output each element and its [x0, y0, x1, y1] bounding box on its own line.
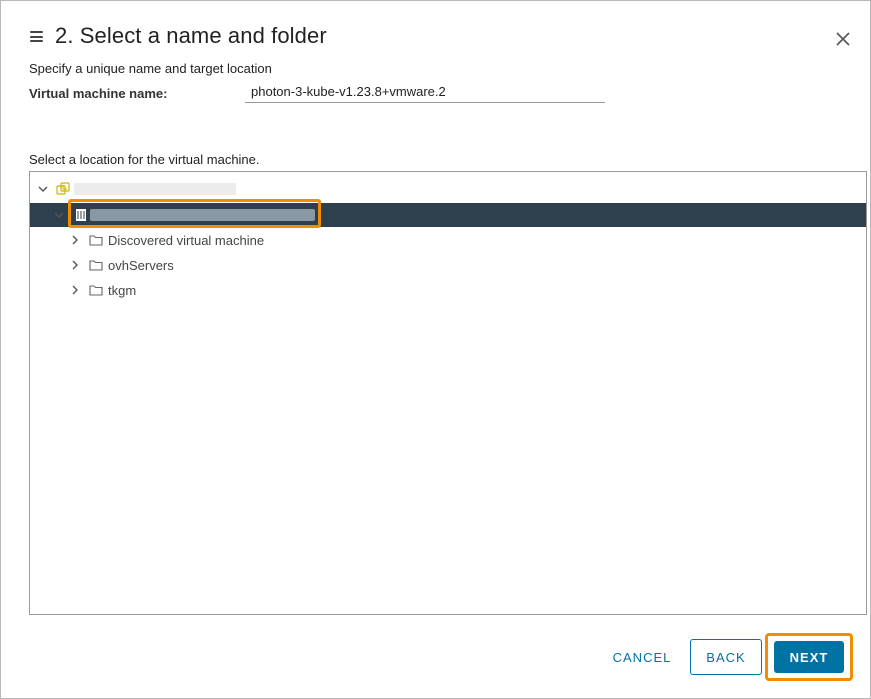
chevron-right-icon[interactable]	[69, 234, 81, 246]
vm-name-input[interactable]	[245, 81, 605, 103]
tree-node-datacenter[interactable]	[30, 203, 866, 227]
chevron-right-icon[interactable]	[69, 259, 81, 271]
folder-icon	[89, 285, 103, 296]
vcenter-icon	[56, 182, 70, 195]
back-button[interactable]: BACK	[690, 639, 762, 675]
tree-node-vcenter[interactable]	[30, 177, 866, 201]
folder-icon	[89, 235, 103, 246]
datacenter-icon	[76, 209, 86, 221]
tree-node-folder[interactable]: Discovered virtual machine	[30, 228, 866, 252]
close-icon[interactable]	[834, 30, 852, 48]
chevron-down-icon[interactable]	[37, 183, 49, 195]
folder-label: Discovered virtual machine	[108, 233, 265, 248]
folder-label: ovhServers	[108, 258, 174, 273]
select-name-folder-dialog: 2. Select a name and folder Specify a un…	[0, 0, 871, 699]
vm-name-label: Virtual machine name:	[29, 86, 168, 101]
folder-icon	[89, 260, 103, 271]
tree-node-folder[interactable]: ovhServers	[30, 253, 866, 277]
location-label: Select a location for the virtual machin…	[29, 152, 260, 167]
location-tree[interactable]: Discovered virtual machine ovhServers tk…	[29, 171, 867, 615]
menu-icon[interactable]	[30, 31, 43, 42]
folder-label: tkgm	[108, 283, 137, 298]
chevron-right-icon[interactable]	[69, 284, 81, 296]
datacenter-label	[90, 209, 315, 221]
tree-node-folder[interactable]: tkgm	[30, 278, 866, 302]
next-button[interactable]: NEXT	[774, 641, 844, 673]
dialog-subtitle: Specify a unique name and target locatio…	[29, 61, 272, 76]
chevron-down-icon[interactable]	[53, 209, 65, 221]
vcenter-label	[74, 183, 236, 195]
dialog-title: 2. Select a name and folder	[55, 23, 327, 48]
cancel-button[interactable]: CANCEL	[601, 639, 683, 675]
